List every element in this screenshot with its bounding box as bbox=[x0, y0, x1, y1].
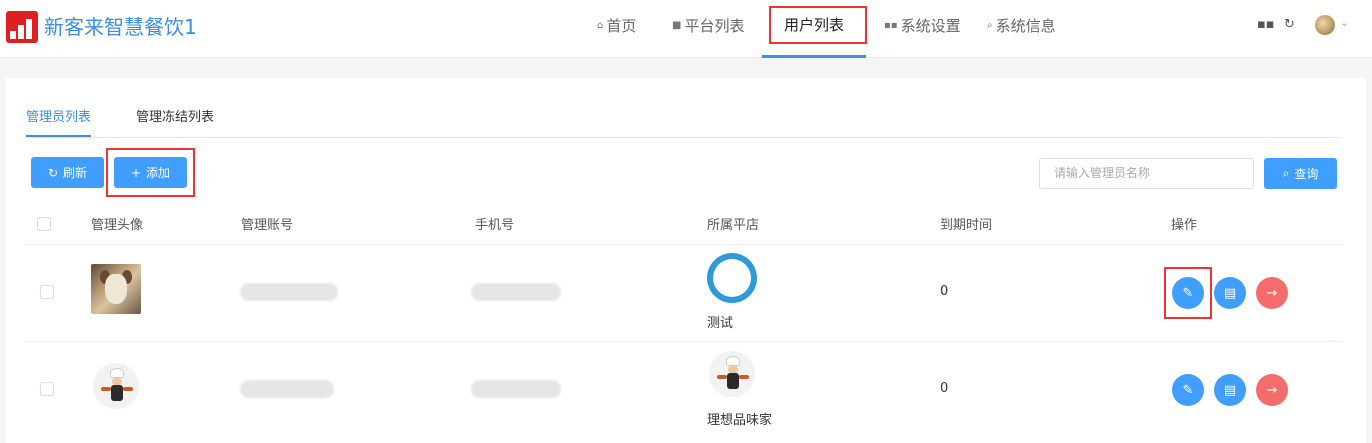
top-header: 新客来智慧餐饮1 ⌂ 首页 ■ 平台列表 用户列表 ▪▪ 系统设置 ⌕ 系统信息… bbox=[0, 0, 1372, 58]
chevron-down-icon[interactable]: ⌄ bbox=[1340, 16, 1349, 29]
divider bbox=[26, 244, 1342, 245]
expire-time: 0 bbox=[940, 381, 949, 396]
column-header-store: 所属平店 bbox=[707, 218, 760, 233]
refresh-button-label: 刷新 bbox=[63, 166, 88, 180]
account-redacted bbox=[240, 380, 334, 398]
column-header-account: 管理账号 bbox=[241, 218, 294, 233]
nav-system-settings[interactable]: ▪▪ 系统设置 bbox=[884, 0, 961, 58]
user-avatar[interactable] bbox=[1315, 15, 1335, 35]
nav-platform-list-label: 平台列表 bbox=[684, 17, 745, 35]
column-header-phone: 手机号 bbox=[475, 218, 515, 233]
column-header-avatar: 管理头像 bbox=[91, 218, 144, 233]
store-logo bbox=[707, 253, 757, 303]
nav-system-info[interactable]: ⌕ 系统信息 bbox=[987, 0, 1056, 58]
grid-icon[interactable]: ▪▪ bbox=[1257, 17, 1275, 32]
edit-button[interactable]: ✎ bbox=[1172, 374, 1204, 406]
refresh-icon: ↻ bbox=[47, 165, 59, 180]
edit-icon: ✎ bbox=[1182, 382, 1194, 398]
arrow-right-icon: → bbox=[1266, 285, 1278, 301]
highlight-box bbox=[106, 148, 195, 197]
row-checkbox[interactable] bbox=[40, 382, 54, 396]
expire-time: 0 bbox=[940, 284, 949, 299]
tab-bar: 管理员列表 管理冻结列表 bbox=[26, 108, 1342, 138]
phone-redacted bbox=[471, 283, 561, 301]
refresh-icon[interactable]: ↻ bbox=[1284, 17, 1295, 32]
nav-platform-list[interactable]: ■ 平台列表 bbox=[672, 0, 744, 58]
account-redacted bbox=[240, 283, 338, 301]
store-name: 理想品味家 bbox=[707, 413, 773, 428]
nav-system-info-label: 系统信息 bbox=[995, 17, 1056, 35]
arrow-right-icon: → bbox=[1266, 382, 1278, 398]
search-input[interactable]: 请输入管理员名称 bbox=[1039, 158, 1254, 189]
select-all-checkbox[interactable] bbox=[37, 217, 51, 231]
store-name: 测试 bbox=[707, 316, 734, 331]
search-icon: ⌕ bbox=[987, 20, 993, 31]
row-checkbox[interactable] bbox=[40, 285, 54, 299]
nav-system-settings-label: 系统设置 bbox=[900, 17, 961, 35]
column-header-expire: 到期时间 bbox=[940, 218, 993, 233]
query-button-label: 查询 bbox=[1294, 167, 1319, 181]
highlight-box bbox=[1164, 267, 1212, 319]
app-title: 新客来智慧餐饮1 bbox=[44, 15, 197, 39]
calendar-button[interactable]: ▤ bbox=[1214, 277, 1246, 309]
tab-frozen-list[interactable]: 管理冻结列表 bbox=[136, 108, 214, 128]
phone-redacted bbox=[471, 380, 561, 398]
calendar-icon: ▤ bbox=[1223, 285, 1237, 301]
calendar-icon: ▤ bbox=[1223, 382, 1237, 398]
column-header-actions: 操作 bbox=[1171, 218, 1198, 233]
admin-avatar bbox=[93, 363, 139, 409]
login-button[interactable]: → bbox=[1256, 374, 1288, 406]
divider bbox=[26, 341, 1342, 342]
calendar-button[interactable]: ▤ bbox=[1214, 374, 1246, 406]
search-icon: ⌕ bbox=[1282, 166, 1290, 180]
admin-avatar bbox=[91, 264, 141, 314]
highlight-box bbox=[769, 6, 867, 44]
grid-icon: ▪▪ bbox=[884, 20, 898, 31]
login-button[interactable]: → bbox=[1256, 277, 1288, 309]
query-button[interactable]: ⌕ 查询 bbox=[1264, 158, 1337, 189]
home-icon: ⌂ bbox=[597, 20, 604, 31]
list-icon: ■ bbox=[672, 20, 682, 31]
nav-home[interactable]: ⌂ 首页 bbox=[597, 0, 636, 58]
tab-admin-list[interactable]: 管理员列表 bbox=[26, 108, 92, 137]
nav-home-label: 首页 bbox=[606, 17, 637, 35]
app-logo bbox=[6, 11, 38, 43]
refresh-button[interactable]: ↻ 刷新 bbox=[31, 157, 104, 188]
content-card: 管理员列表 管理冻结列表 ↻ 刷新 + 添加 请输入管理员名称 ⌕ 查询 管理头… bbox=[6, 78, 1366, 443]
store-logo bbox=[709, 351, 755, 397]
